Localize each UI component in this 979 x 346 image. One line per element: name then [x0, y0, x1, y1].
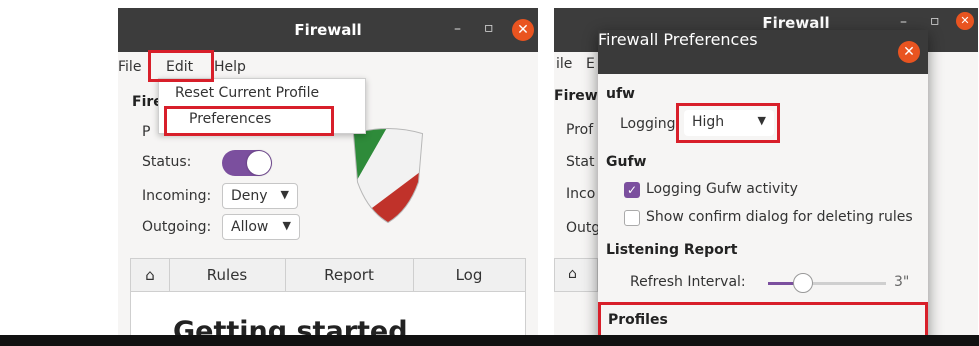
dialog-title-bar: Firewall Preferences ✕ — [598, 30, 928, 74]
profiles-section-title: Profiles — [608, 312, 668, 328]
outgoing-combo[interactable]: Allow ▼ — [222, 214, 300, 240]
window-title: Firewall — [294, 21, 362, 39]
tab-rules[interactable]: Rules — [169, 259, 286, 291]
status-toggle[interactable] — [222, 150, 272, 176]
refresh-interval-value: 3" — [894, 274, 910, 290]
highlight-edit-menu — [148, 50, 214, 82]
tab-log[interactable]: Log — [413, 259, 525, 291]
refresh-slider-handle[interactable] — [793, 273, 814, 293]
bg-incoming-label: Inco — [566, 186, 596, 202]
status-label: Status: — [142, 154, 192, 170]
bg-menu-file: ile — [556, 56, 573, 72]
outgoing-value: Allow — [231, 219, 269, 235]
close-button[interactable]: ✕ — [512, 19, 534, 41]
home-icon: ⌂ — [568, 266, 577, 282]
incoming-label: Incoming: — [142, 188, 212, 204]
bg-firewall-label: Firew — [554, 88, 598, 104]
confirm-delete-label: Show confirm dialog for deleting rules — [646, 209, 913, 225]
home-icon: ⌂ — [145, 266, 155, 284]
preferences-dialog: Firewall Preferences ✕ ufw Logging: High… — [598, 30, 928, 338]
refresh-interval-label: Refresh Interval: — [630, 274, 746, 290]
bg-tab-home: ⌂ — [554, 258, 598, 292]
profile-label: P — [142, 124, 151, 140]
firewall-window-right: Firewall – ▫ ✕ ile E Firew Prof Stat Inc… — [554, 8, 978, 338]
bg-outgoing-label: Outg — [566, 220, 601, 236]
listening-report-title: Listening Report — [606, 242, 738, 258]
menu-help[interactable]: Help — [214, 59, 246, 75]
tab-home[interactable]: ⌂ — [131, 259, 170, 291]
highlight-preferences — [164, 106, 334, 136]
outgoing-label: Outgoing: — [142, 219, 212, 235]
minimize-button[interactable]: – — [454, 21, 461, 37]
maximize-button[interactable]: ▫ — [484, 20, 494, 36]
title-bar: Firewall – ▫ ✕ — [118, 8, 538, 52]
menu-item-reset-profile[interactable]: Reset Current Profile — [175, 85, 319, 101]
toggle-knob — [247, 151, 271, 175]
dialog-close-button[interactable]: ✕ — [898, 41, 920, 63]
firewall-window-left: Firewall – ▫ ✕ File Edit Help Fire P Sta… — [118, 8, 538, 338]
logging-gufw-checkbox[interactable]: ✓ — [624, 182, 640, 198]
bg-maximize-button[interactable]: ▫ — [930, 13, 940, 29]
logging-label: Logging: — [620, 116, 681, 132]
tab-content: Getting started — [130, 292, 526, 338]
ufw-section-title: ufw — [606, 86, 635, 102]
chevron-down-icon: ▼ — [282, 219, 291, 232]
dialog-title: Firewall Preferences — [598, 30, 758, 49]
bg-menu-edit: E — [586, 56, 595, 72]
incoming-combo[interactable]: Deny ▼ — [222, 183, 298, 209]
tab-bar: ⌂ Rules Report Log — [130, 258, 526, 292]
incoming-value: Deny — [231, 188, 268, 204]
menu-file[interactable]: File — [118, 59, 141, 75]
confirm-delete-checkbox[interactable] — [624, 210, 640, 226]
chevron-down-icon: ▼ — [280, 188, 289, 201]
tab-report[interactable]: Report — [285, 259, 414, 291]
gufw-section-title: Gufw — [606, 154, 647, 170]
bg-minimize-button[interactable]: – — [900, 14, 907, 30]
highlight-logging — [676, 103, 780, 143]
bg-status-label: Stat — [566, 154, 595, 170]
bottom-bar — [0, 335, 979, 346]
logging-gufw-label: Logging Gufw activity — [646, 181, 798, 197]
shield-icon — [352, 128, 424, 224]
bg-close-button[interactable]: ✕ — [956, 12, 974, 30]
bg-profile-label: Prof — [566, 122, 594, 138]
